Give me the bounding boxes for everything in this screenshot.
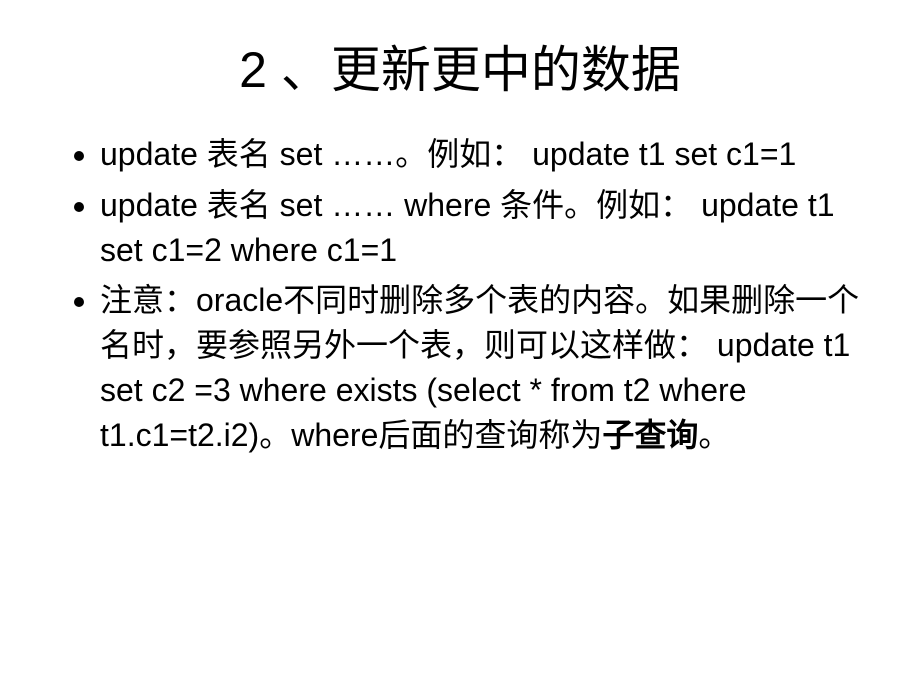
list-item-text-bold: 子查询: [602, 417, 698, 453]
bullet-list: update 表名 set ……。例如： update t1 set c1=1 …: [60, 132, 860, 458]
list-item: update 表名 set …… where 条件。例如： update t1 …: [100, 183, 860, 273]
list-item: update 表名 set ……。例如： update t1 set c1=1: [100, 132, 860, 177]
slide-title: 2 、更新更中的数据: [60, 30, 860, 102]
list-item: 注意：oracle不同时删除多个表的内容。如果删除一个名时，要参照另外一个表，则…: [100, 278, 860, 457]
list-item-text-post: 。: [698, 417, 730, 453]
slide: 2 、更新更中的数据 update 表名 set ……。例如： update t…: [0, 0, 920, 690]
list-item-text-pre: 注意：oracle不同时删除多个表的内容。如果删除一个名时，要参照另外一个表，则…: [100, 282, 859, 452]
